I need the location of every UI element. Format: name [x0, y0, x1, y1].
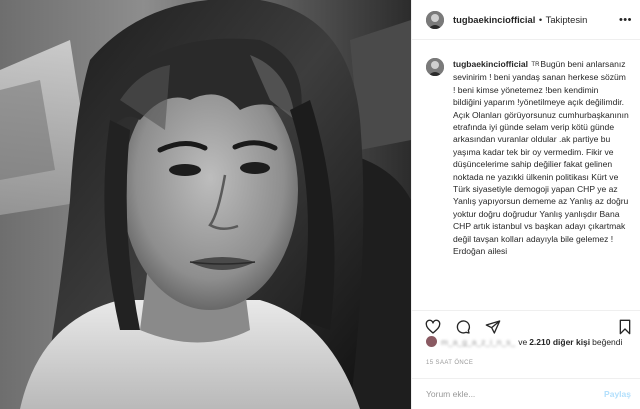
likes-suffix: beğendi: [592, 336, 623, 347]
caption-text: Bugün beni anlarsanız sevinirim ! beni y…: [453, 59, 629, 257]
liker-username[interactable]: m_a_g_a_z_i_n_s_: [441, 337, 515, 347]
comment-input[interactable]: [426, 389, 605, 399]
header-username[interactable]: tugbaekinciofficial: [453, 14, 535, 25]
caption: tugbaekinciofficial TRBugün beni anlarsa…: [453, 58, 629, 310]
post-photo-image: [0, 0, 411, 409]
post-header: tugbaekinciofficial • Takiptesin •••: [412, 0, 640, 40]
avatar-image: [426, 58, 444, 76]
more-horizontal-icon[interactable]: •••: [619, 14, 632, 26]
likes-summary: m_a_g_a_z_i_n_s_ ve 2.210 diğer kişi beğ…: [426, 336, 622, 347]
post-side-panel: tugbaekinciofficial • Takiptesin ••• tug…: [411, 0, 640, 409]
likes-count[interactable]: 2.210 diğer kişi: [529, 337, 590, 347]
post-comment-button[interactable]: Paylaş: [604, 389, 631, 399]
follow-status-button[interactable]: Takiptesin: [546, 14, 588, 25]
header-separator: •: [538, 14, 543, 25]
share-icon[interactable]: [485, 319, 501, 335]
instagram-post: tugbaekinciofficial • Takiptesin ••• tug…: [0, 0, 640, 409]
heart-icon[interactable]: [425, 319, 441, 335]
avatar-image: [426, 10, 444, 29]
header-text: tugbaekinciofficial • Takiptesin: [453, 14, 587, 25]
comment-icon[interactable]: [455, 319, 471, 335]
avatar[interactable]: [426, 10, 444, 29]
caption-avatar[interactable]: [426, 58, 444, 76]
liker-avatar[interactable]: [426, 336, 437, 347]
caption-username[interactable]: tugbaekinciofficial: [453, 59, 528, 69]
post-timestamp[interactable]: 15 SAAT ÖNCE: [426, 360, 473, 366]
bookmark-icon[interactable]: [617, 319, 633, 335]
caption-flag: TR: [531, 62, 540, 68]
comments-area: tugbaekinciofficial TRBugün beni anlarsa…: [412, 58, 640, 310]
post-photo[interactable]: [0, 0, 411, 409]
add-comment-bar: Paylaş: [412, 378, 640, 409]
likes-connector: ve: [518, 336, 528, 347]
